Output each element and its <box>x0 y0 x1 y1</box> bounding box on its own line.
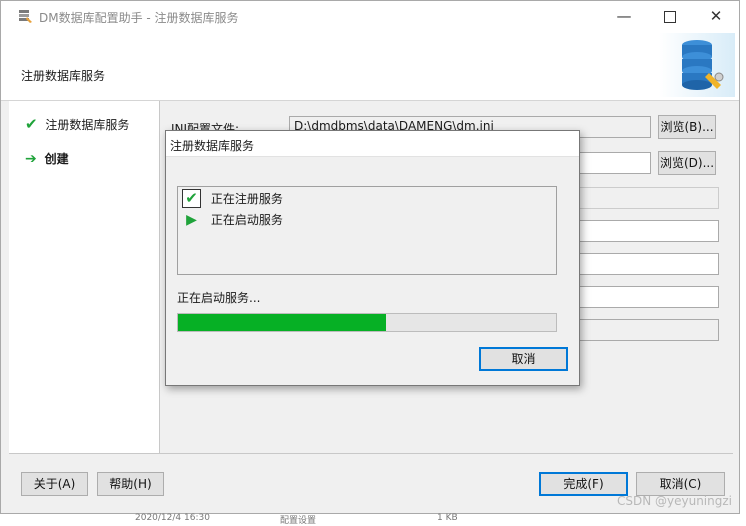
progress-bar <box>177 313 557 332</box>
background-date: 2020/12/4 16:30 <box>135 513 210 523</box>
app-icon <box>19 10 32 23</box>
footer-separator <box>9 453 733 454</box>
checkmark-icon: ✔ <box>25 115 38 133</box>
browse-b-button[interactable]: 浏览(B)... <box>658 115 716 139</box>
title-bar: DM数据库配置助手 - 注册数据库服务 — ✕ <box>1 1 739 31</box>
checkmark-icon: ✔ <box>182 189 201 208</box>
step-create: ➔ 创建 <box>25 150 69 170</box>
dialog-title-bar: 注册数据库服务 <box>166 131 579 157</box>
log-item: ▶ 正在启动服务 <box>182 211 283 231</box>
maximize-icon <box>664 10 676 23</box>
background-strip <box>0 514 746 520</box>
status-text: 正在启动服务... <box>177 291 261 305</box>
progress-fill <box>178 314 386 331</box>
step-label: 创建 <box>44 152 69 166</box>
progress-log-box: ✔ 正在注册服务 ▶ 正在启动服务 <box>177 186 557 275</box>
play-arrow-icon: ▶ <box>186 211 197 228</box>
about-button[interactable]: 关于(A) <box>21 472 88 496</box>
log-item-label: 正在注册服务 <box>210 192 283 206</box>
wizard-steps-sidebar: ✔ 注册数据库服务 ➔ 创建 <box>9 101 160 453</box>
cancel-button[interactable]: 取消(C) <box>636 472 725 496</box>
header-title: 注册数据库服务 <box>21 69 106 83</box>
dialog-cancel-button[interactable]: 取消 <box>479 347 568 371</box>
maximize-button[interactable] <box>647 1 693 31</box>
wizard-header: 注册数据库服务 <box>1 31 739 101</box>
finish-button[interactable]: 完成(F) <box>539 472 628 496</box>
dialog-title: 注册数据库服务 <box>170 139 255 153</box>
database-gear-icon <box>659 33 735 97</box>
browse-d-button[interactable]: 浏览(D)... <box>658 151 716 175</box>
minimize-button[interactable]: — <box>601 1 647 31</box>
register-service-dialog: 注册数据库服务 ✔ 正在注册服务 ▶ 正在启动服务 正在启动服务... 取消 <box>165 130 580 386</box>
close-button[interactable]: ✕ <box>693 1 739 31</box>
background-size: 1 KB <box>437 513 458 523</box>
watermark: CSDN @yeyuningzi <box>616 494 732 508</box>
log-item: ✔ 正在注册服务 <box>182 189 283 209</box>
step-label: 注册数据库服务 <box>45 118 130 132</box>
log-item-label: 正在启动服务 <box>210 213 283 227</box>
help-button[interactable]: 帮助(H) <box>97 472 164 496</box>
arrow-right-icon: ➔ <box>25 151 37 167</box>
window-title: DM数据库配置助手 - 注册数据库服务 <box>39 11 239 25</box>
step-register-service: ✔ 注册数据库服务 <box>25 115 129 135</box>
